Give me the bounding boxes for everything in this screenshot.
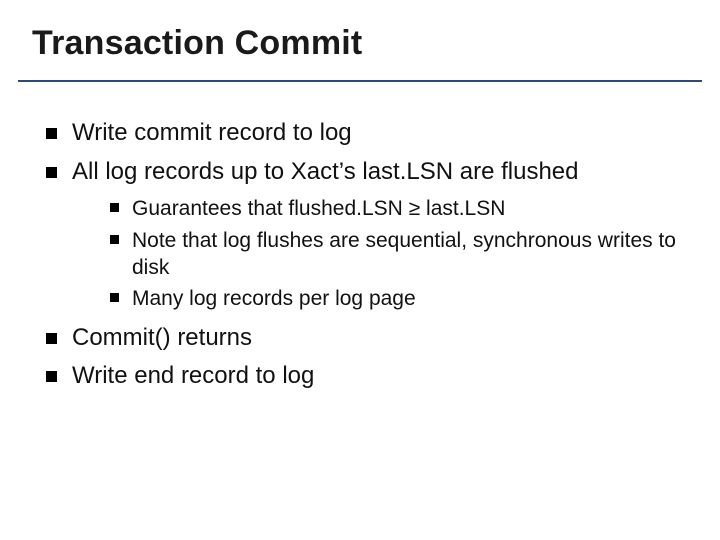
bullet-text: All log records up to Xact’s last.LSN ar… [72,158,578,185]
bullet-item: Write end record to log [40,361,680,392]
bullet-item: Write commit record to log [40,118,680,149]
title-divider [18,80,702,82]
sub-bullet-item: Guarantees that flushed.LSN ≥ last.LSN [106,195,680,222]
sub-bullet-text: Guarantees that flushed.LSN [132,197,409,220]
sub-bullet-text: last.LSN [420,197,505,220]
sub-bullet-list: Guarantees that flushed.LSN ≥ last.LSN N… [72,195,680,312]
slide: Transaction Commit Write commit record t… [0,0,720,540]
slide-content: Write commit record to log All log recor… [40,118,680,400]
geq-symbol: ≥ [409,197,421,220]
sub-bullet-item: Many log records per log page [106,285,680,312]
bullet-list: Write commit record to log All log recor… [40,118,680,392]
bullet-item: Commit() returns [40,323,680,354]
bullet-item: All log records up to Xact’s last.LSN ar… [40,157,680,313]
sub-bullet-item: Note that log flushes are sequential, sy… [106,227,680,282]
slide-title: Transaction Commit [32,24,362,63]
